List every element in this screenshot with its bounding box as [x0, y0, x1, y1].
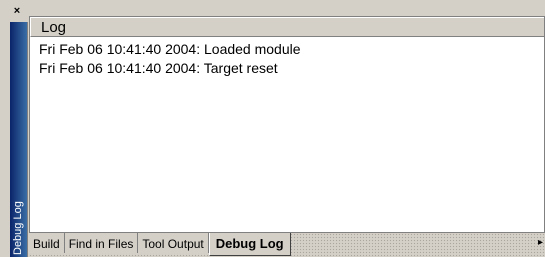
log-entry[interactable]: Fri Feb 06 10:41:40 2004: Target reset: [39, 59, 544, 78]
tab-tool-output[interactable]: Tool Output: [138, 233, 209, 253]
log-window: Log Fri Feb 06 10:41:40 2004: Loaded mod…: [29, 16, 545, 232]
log-column-header[interactable]: Log: [30, 17, 544, 37]
dock-title-bar[interactable]: Debug Log: [10, 22, 28, 257]
tab-debug-log[interactable]: Debug Log: [208, 233, 291, 256]
debug-log-panel: × Debug Log Log Fri Feb 06 10:41:40 2004…: [0, 0, 545, 257]
dock-title: Debug Log: [12, 201, 24, 255]
output-tabstrip: Build Find in Files Tool Output Debug Lo…: [29, 232, 545, 257]
tab-find-in-files[interactable]: Find in Files: [64, 233, 139, 253]
scroll-right-icon[interactable]: ▸: [538, 237, 543, 248]
close-icon[interactable]: ×: [10, 4, 24, 18]
tab-list: Build Find in Files Tool Output Debug Lo…: [29, 233, 291, 257]
log-list: Fri Feb 06 10:41:40 2004: Loaded module …: [30, 37, 544, 78]
log-entry[interactable]: Fri Feb 06 10:41:40 2004: Loaded module: [39, 40, 544, 59]
tab-build[interactable]: Build: [29, 233, 65, 253]
